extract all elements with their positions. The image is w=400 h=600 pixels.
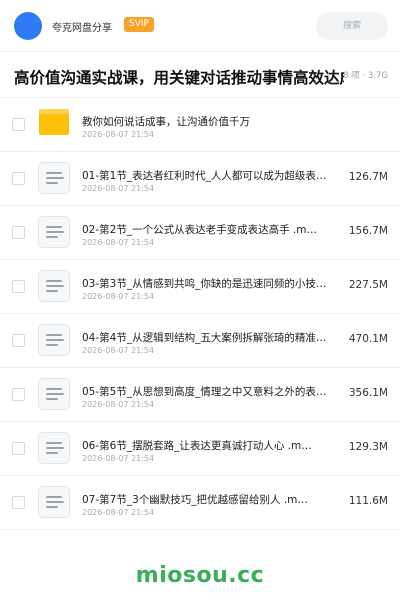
file-name: 02-第2节_一个公式从表达老手变成表达高手 .m… [82, 224, 317, 236]
folder-icon [39, 109, 69, 135]
list-item[interactable]: 教你如何说话成事，让沟通价值千万 2026-08-07 21:54 [0, 98, 400, 152]
file-list: 教你如何说话成事，让沟通价值千万 2026-08-07 21:54 01-第1节… [0, 98, 400, 530]
document-icon [38, 324, 70, 356]
file-date: 2026-08-07 21:54 [82, 130, 155, 139]
list-item[interactable]: 02-第2节_一个公式从表达老手变成表达高手 .m… 2026-08-07 21… [0, 206, 400, 260]
document-icon [38, 270, 70, 302]
file-name: 05-第5节_从思想到高度_情理之中又意料之外的表… [82, 386, 327, 398]
search-input[interactable]: 搜索 [316, 12, 388, 40]
checkbox[interactable] [12, 496, 25, 509]
checkbox[interactable] [12, 118, 25, 131]
document-icon [38, 432, 70, 464]
checkbox[interactable] [12, 388, 25, 401]
document-icon [38, 378, 70, 410]
file-date: 2026-08-07 21:54 [82, 454, 155, 463]
file-date: 2026-08-07 21:54 [82, 508, 155, 517]
checkbox[interactable] [12, 334, 25, 347]
checkbox[interactable] [12, 442, 25, 455]
document-icon [38, 486, 70, 518]
document-icon [38, 216, 70, 248]
folder-title-bar: 高价值沟通实战课，用关键对话推动事情高效达成 8 项 · 3.7G [0, 52, 400, 98]
file-size: 470.1M [348, 333, 388, 345]
share-title: 夸克网盘分享 [52, 23, 112, 34]
file-name: 01-第1节_表达者红利时代_人人都可以成为超级表… [82, 170, 327, 182]
file-date: 2026-08-07 21:54 [82, 346, 155, 355]
file-date: 2026-08-07 21:54 [82, 238, 155, 247]
avatar[interactable] [14, 12, 42, 40]
file-name: 教你如何说话成事，让沟通价值千万 [82, 116, 250, 128]
file-name: 03-第3节_从情感到共鸣_你缺的是迅速同频的小技… [82, 278, 327, 290]
file-name: 04-第4节_从逻辑到结构_五大案例拆解张琦的精准… [82, 332, 327, 344]
file-date: 2026-08-07 21:54 [82, 400, 155, 409]
file-name: 07-第7节_3个幽默技巧_把优越感留给别人 .m… [82, 494, 308, 506]
svip-badge: SVIP [124, 17, 154, 32]
file-size: 156.7M [348, 225, 388, 237]
watermark: miosou.cc [135, 563, 265, 588]
list-item[interactable]: 03-第3节_从情感到共鸣_你缺的是迅速同频的小技… 2026-08-07 21… [0, 260, 400, 314]
list-item[interactable]: 07-第7节_3个幽默技巧_把优越感留给别人 .m… 2026-08-07 21… [0, 476, 400, 530]
checkbox[interactable] [12, 226, 25, 239]
file-size: 227.5M [348, 279, 388, 291]
folder-meta: 8 项 · 3.7G [343, 71, 388, 81]
top-header: 夸克网盘分享 SVIP 搜索 [0, 0, 400, 52]
list-item[interactable]: 06-第6节_摆脱套路_让表达更真诚打动人心 .m… 2026-08-07 21… [0, 422, 400, 476]
document-icon [38, 162, 70, 194]
file-size: 111.6M [348, 495, 388, 507]
file-size: 356.1M [348, 387, 388, 399]
file-size: 126.7M [348, 171, 388, 183]
checkbox[interactable] [12, 280, 25, 293]
list-item[interactable]: 05-第5节_从思想到高度_情理之中又意料之外的表… 2026-08-07 21… [0, 368, 400, 422]
file-date: 2026-08-07 21:54 [82, 292, 155, 301]
file-date: 2026-08-07 21:54 [82, 184, 155, 193]
checkbox[interactable] [12, 172, 25, 185]
list-item[interactable]: 01-第1节_表达者红利时代_人人都可以成为超级表… 2026-08-07 21… [0, 152, 400, 206]
page-title: 高价值沟通实战课，用关键对话推动事情高效达成 [14, 69, 344, 87]
file-name: 06-第6节_摆脱套路_让表达更真诚打动人心 .m… [82, 440, 312, 452]
file-size: 129.3M [348, 441, 388, 453]
list-item[interactable]: 04-第4节_从逻辑到结构_五大案例拆解张琦的精准… 2026-08-07 21… [0, 314, 400, 368]
